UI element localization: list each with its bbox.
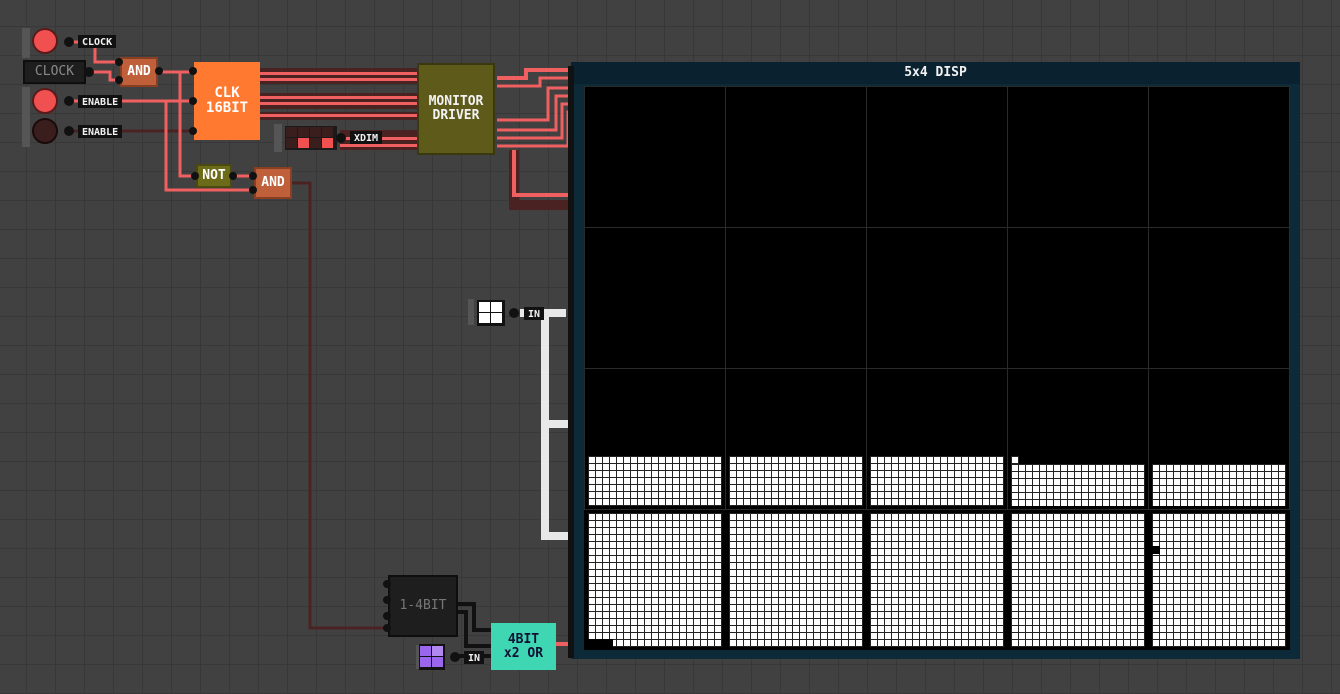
- display-input-pins: [568, 66, 574, 658]
- output-pin[interactable]: [155, 67, 163, 75]
- output-pin[interactable]: [64, 96, 74, 106]
- or-4bit-x2-chip[interactable]: 4BIT x2 OR: [491, 623, 556, 670]
- white-dip-switch[interactable]: [477, 300, 505, 326]
- input-pin[interactable]: [249, 186, 257, 194]
- display-tile: [1011, 513, 1145, 647]
- input-base: [22, 87, 30, 117]
- clock-input-toggle[interactable]: [32, 28, 58, 54]
- display-tile: [729, 456, 863, 506]
- display-tile: [1011, 456, 1019, 464]
- display-title: 5x4 DISP: [571, 62, 1300, 84]
- display-tile: [1011, 464, 1145, 506]
- input-pin[interactable]: [189, 127, 197, 135]
- display-tile: [1152, 513, 1286, 647]
- display-pixel-off: [588, 639, 613, 647]
- input-pin[interactable]: [383, 580, 391, 588]
- output-pin[interactable]: [229, 172, 237, 180]
- input-pin[interactable]: [383, 596, 391, 604]
- display-tile: [588, 513, 722, 647]
- display-tile: [729, 513, 863, 647]
- input-pin[interactable]: [249, 172, 257, 180]
- in-label-white: IN: [524, 307, 545, 320]
- not-gate[interactable]: NOT: [196, 164, 232, 188]
- output-pin[interactable]: [336, 133, 346, 143]
- output-pin[interactable]: [509, 308, 519, 318]
- output-pin[interactable]: [450, 652, 460, 662]
- input-base: [22, 28, 30, 58]
- enable-input-toggle-off[interactable]: [32, 118, 58, 144]
- input-pin[interactable]: [383, 612, 391, 620]
- input-pin[interactable]: [189, 67, 197, 75]
- and-gate-bottom[interactable]: AND: [254, 167, 292, 199]
- display-tile: [588, 456, 722, 506]
- in-label-purple: IN: [464, 651, 485, 664]
- display-tile: [1152, 464, 1286, 506]
- and-gate-top[interactable]: AND: [120, 57, 158, 87]
- output-pin[interactable]: [64, 126, 74, 136]
- display-tile: [870, 513, 1004, 647]
- clock-input-label: CLOCK: [78, 35, 117, 48]
- clock-component[interactable]: CLOCK: [23, 60, 86, 84]
- driver-to-display-wires: [497, 68, 572, 210]
- xdim-dip-switch[interactable]: [285, 126, 337, 150]
- purple-dip-switch[interactable]: [419, 644, 445, 670]
- input-pin[interactable]: [115, 76, 123, 84]
- output-pin[interactable]: [84, 67, 94, 77]
- input-base: [468, 299, 474, 325]
- input-pin[interactable]: [115, 58, 123, 66]
- input-pin[interactable]: [191, 172, 199, 180]
- display-pixel-off: [1152, 546, 1160, 554]
- monitor-driver-chip[interactable]: MONITOR DRIVER: [417, 63, 495, 155]
- xdim-label: XDIM: [350, 131, 383, 144]
- output-pin[interactable]: [64, 37, 74, 47]
- enable-input-label-2: ENABLE: [78, 125, 123, 138]
- input-base: [22, 117, 30, 147]
- enable-input-label: ENABLE: [78, 95, 123, 108]
- display-screen: [584, 86, 1290, 650]
- input-base: [274, 124, 282, 152]
- white-bus: [520, 309, 572, 540]
- enable-input-toggle[interactable]: [32, 88, 58, 114]
- input-pin[interactable]: [383, 624, 391, 632]
- display-tile: [870, 456, 1004, 506]
- bit-splitter-chip[interactable]: 1-4BIT: [388, 575, 458, 637]
- clk-16bit-chip[interactable]: CLK 16BIT: [194, 62, 260, 140]
- input-pin[interactable]: [189, 97, 197, 105]
